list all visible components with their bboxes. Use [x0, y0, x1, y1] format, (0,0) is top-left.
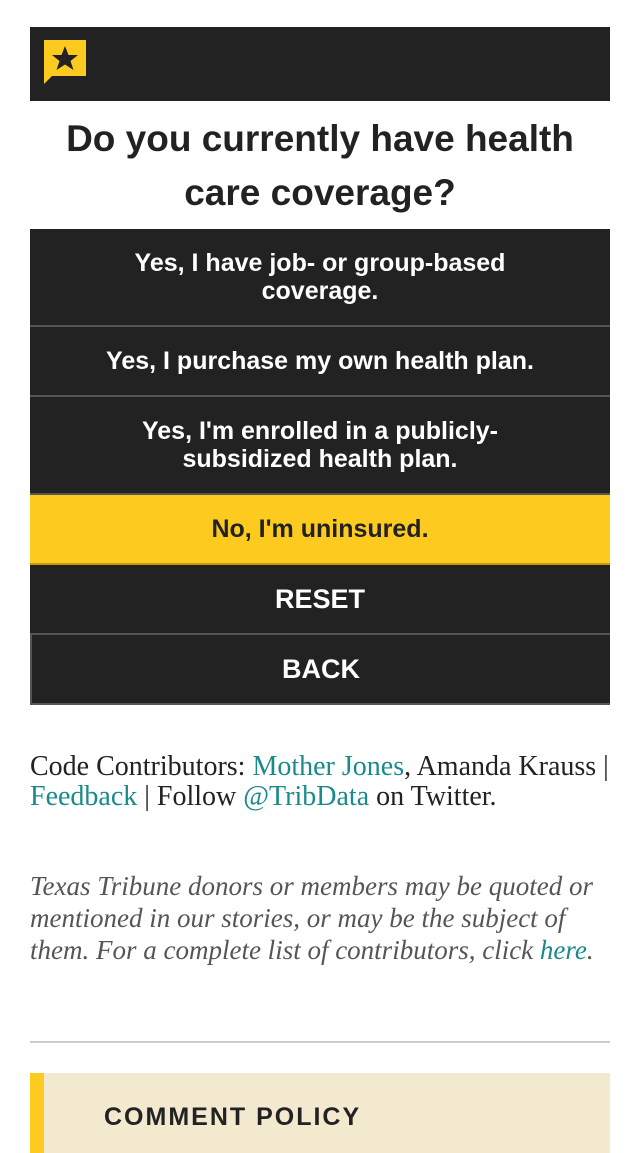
answer-options: Yes, I have job- or group-based coverage… [30, 229, 610, 705]
option-job-based[interactable]: Yes, I have job- or group-based coverage… [30, 229, 610, 327]
question-title: Do you currently have health care covera… [66, 118, 574, 213]
option-public-plan[interactable]: Yes, I'm enrolled in a publicly-subsidiz… [30, 397, 610, 495]
option-label: Yes, I purchase my own health plan. [106, 347, 534, 375]
option-label: No, I'm uninsured. [211, 515, 429, 543]
tribdata-link[interactable]: @TribData [243, 781, 369, 812]
option-label: Yes, I'm enrolled in a publicly-subsidiz… [141, 417, 499, 473]
credits-suffix: on Twitter. [369, 781, 497, 812]
feedback-link[interactable]: Feedback [30, 781, 137, 812]
comment-policy-box: COMMENT POLICY [30, 1073, 610, 1153]
option-uninsured[interactable]: No, I'm uninsured. [30, 495, 610, 565]
reset-button[interactable]: RESET [30, 565, 610, 635]
back-label: BACK [282, 654, 360, 684]
code-contributors: Code Contributors: Mother Jones, Amanda … [30, 752, 610, 812]
option-label: Yes, I have job- or group-based coverage… [134, 249, 506, 305]
contributors-here-link[interactable]: here [540, 935, 587, 965]
reset-label: RESET [274, 584, 366, 614]
credits-prefix: Code Contributors: [30, 751, 253, 782]
donor-disclaimer: Texas Tribune donors or members may be q… [30, 870, 610, 966]
divider [30, 1041, 610, 1043]
star-flag-icon[interactable] [44, 40, 86, 84]
comment-policy-title: COMMENT POLICY [104, 1103, 362, 1131]
disclaimer-text: Texas Tribune donors or members may be q… [30, 871, 593, 965]
credits-mid2: | Follow [137, 781, 244, 812]
header-bar [30, 27, 610, 101]
mother-jones-link[interactable]: Mother Jones [252, 751, 404, 782]
option-own-plan[interactable]: Yes, I purchase my own health plan. [30, 327, 610, 397]
back-button[interactable]: BACK [30, 635, 610, 705]
credits-mid1: , Amanda Krauss | [404, 751, 609, 782]
disclaimer-end: . [586, 935, 594, 965]
